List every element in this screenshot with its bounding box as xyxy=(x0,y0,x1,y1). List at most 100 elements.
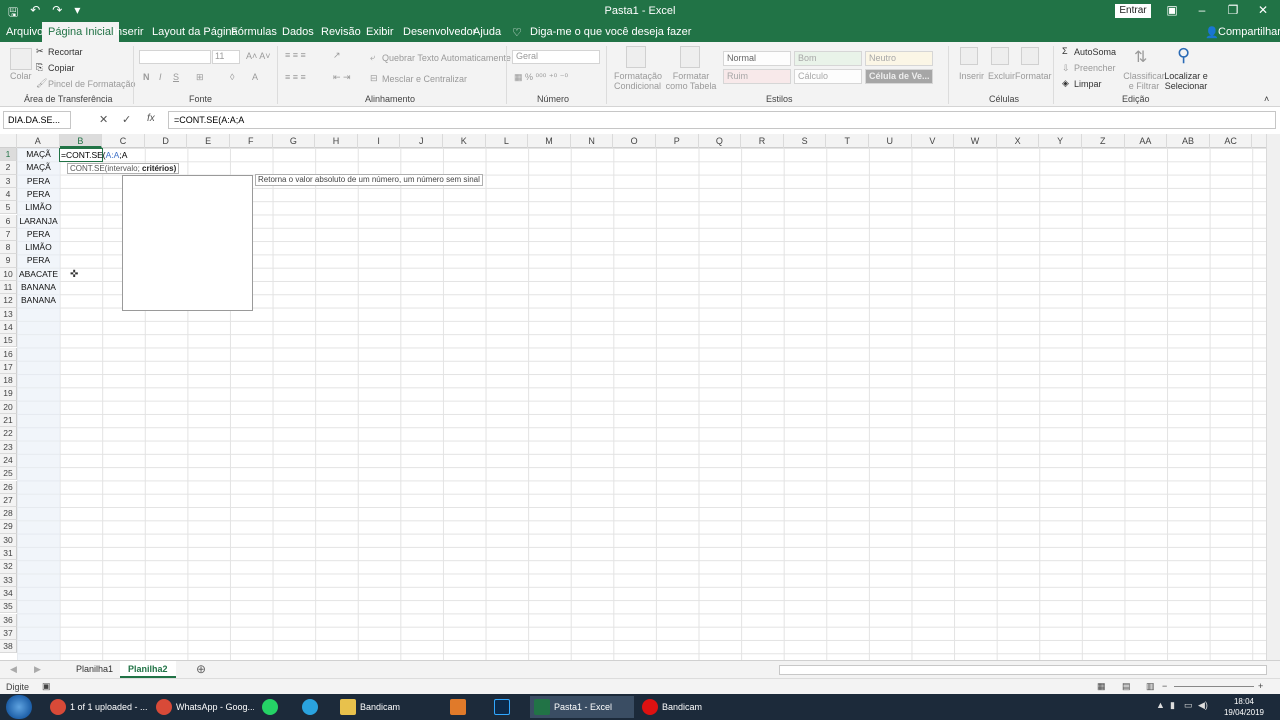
column-header[interactable]: A xyxy=(17,134,60,148)
style-celula-verificacao[interactable]: Célula de Ve... xyxy=(865,69,933,84)
column-header[interactable]: U xyxy=(869,134,912,148)
sheet-tab-planilha1[interactable]: Planilha1 xyxy=(68,661,121,678)
column-header[interactable]: D xyxy=(145,134,188,148)
column-header[interactable]: K xyxy=(443,134,486,148)
taskbar-photoshop[interactable] xyxy=(490,696,522,718)
cell-a1[interactable]: MAÇÃ xyxy=(17,148,60,161)
row-header[interactable]: 13 xyxy=(0,307,17,321)
taskbar-folder-bandicam[interactable]: Bandicam xyxy=(336,696,440,718)
cell-a11[interactable]: BANANA xyxy=(17,281,60,294)
formula-input[interactable]: =CONT.SE(A:A;A xyxy=(168,111,1276,129)
row-header[interactable]: 16 xyxy=(0,347,17,361)
merge-icon[interactable]: ⊟ xyxy=(370,73,378,84)
vertical-scrollbar[interactable] xyxy=(1266,134,1280,660)
cell-a12[interactable]: BANANA xyxy=(17,294,60,307)
page-layout-icon[interactable]: ▤ xyxy=(1122,681,1131,692)
cut-icon[interactable]: ✂ xyxy=(36,46,44,57)
maximize-button[interactable]: ❐ xyxy=(1223,3,1243,17)
tab-dados[interactable]: Dados xyxy=(282,26,314,38)
column-header[interactable]: M xyxy=(528,134,571,148)
column-header[interactable]: G xyxy=(273,134,316,148)
column-header[interactable]: S xyxy=(784,134,827,148)
cell-a5[interactable]: LIMÃO xyxy=(17,201,60,214)
close-button[interactable]: ✕ xyxy=(1253,3,1273,17)
row-header[interactable]: 36 xyxy=(0,613,17,627)
column-header[interactable]: I xyxy=(358,134,401,148)
taskbar-bandicam[interactable]: Bandicam xyxy=(638,696,742,718)
column-header[interactable]: AC xyxy=(1210,134,1253,148)
format-cells-icon[interactable] xyxy=(1021,47,1039,65)
align-top-icon[interactable]: ≡ ≡ ≡ xyxy=(285,50,306,60)
worksheet-grid[interactable]: A B C D E F G H I J K L M N O P Q R S T U V W X Y Z AA AB AC 1234567… xyxy=(0,134,1266,660)
tab-layout[interactable]: Layout da Página xyxy=(152,26,238,38)
row-header[interactable]: 6 xyxy=(0,214,17,228)
row-header[interactable]: 26 xyxy=(0,480,17,494)
fill-button[interactable]: Preencher xyxy=(1074,63,1116,73)
wrap-text-button[interactable]: Quebrar Texto Automaticamente xyxy=(382,53,511,63)
sort-filter-button[interactable]: Classificar e Filtrar xyxy=(1123,71,1165,91)
style-calculo[interactable]: Cálculo xyxy=(794,69,862,84)
paste-icon[interactable] xyxy=(10,48,32,70)
style-ruim[interactable]: Ruim xyxy=(723,69,791,84)
column-header[interactable]: AA xyxy=(1125,134,1168,148)
tab-revisao[interactable]: Revisão xyxy=(321,26,361,38)
wrap-text-icon[interactable]: ⤶ xyxy=(370,52,375,63)
taskbar-media-player[interactable] xyxy=(446,696,478,718)
row-header[interactable]: 4 xyxy=(0,187,17,202)
volume-icon[interactable]: ◀) xyxy=(1198,700,1208,711)
page-break-icon[interactable]: ▥ xyxy=(1146,681,1155,692)
borders-icon[interactable]: ⊞ xyxy=(196,72,204,83)
fill-icon[interactable]: ⇩ xyxy=(1062,63,1070,74)
cut-button[interactable]: Recortar xyxy=(48,47,83,57)
row-header[interactable]: 24 xyxy=(0,453,17,468)
tab-ajuda[interactable]: Ajuda xyxy=(473,26,501,38)
autosum-button[interactable]: AutoSoma xyxy=(1074,47,1116,57)
format-painter-button[interactable]: Pincel de Formatação xyxy=(48,79,136,89)
enter-icon[interactable]: ✓ xyxy=(122,113,131,126)
bold-button[interactable]: N xyxy=(143,72,150,82)
column-header[interactable]: R xyxy=(741,134,784,148)
add-sheet-icon[interactable]: ⊕ xyxy=(196,662,206,676)
row-header[interactable]: 5 xyxy=(0,201,17,215)
grow-font-icon[interactable]: A˄ A˅ xyxy=(246,51,271,61)
cell-a9[interactable]: PERA xyxy=(17,254,60,267)
tab-inserir[interactable]: Inserir xyxy=(113,26,144,38)
row-header[interactable]: 10 xyxy=(0,267,17,281)
row-header[interactable]: 23 xyxy=(0,440,17,454)
row-header[interactable]: 29 xyxy=(0,520,17,534)
row-header[interactable]: 31 xyxy=(0,547,17,561)
row-header[interactable]: 25 xyxy=(0,467,17,481)
conditional-format-button[interactable]: Formatação Condicional xyxy=(614,71,662,91)
insert-function-button[interactable]: fx xyxy=(147,113,155,124)
column-header[interactable]: N xyxy=(571,134,614,148)
taskbar-excel[interactable]: Pasta1 - Excel xyxy=(530,696,634,718)
autocomplete-list[interactable] xyxy=(122,175,253,311)
cell-a3[interactable]: PERA xyxy=(17,175,60,188)
underline-button[interactable]: S xyxy=(173,72,179,82)
network-icon[interactable]: ▮ xyxy=(1170,700,1175,711)
merge-center-button[interactable]: Mesclar e Centralizar xyxy=(382,74,467,84)
active-cell-b1[interactable]: =CONT.SE(A:A;A xyxy=(59,148,127,162)
row-header[interactable]: 33 xyxy=(0,573,17,587)
row-header[interactable]: 22 xyxy=(0,427,17,441)
cell-a4[interactable]: PERA xyxy=(17,188,60,201)
cell-a6[interactable]: LARANJA xyxy=(17,215,60,228)
clear-button[interactable]: Limpar xyxy=(1074,79,1102,89)
paste-button[interactable]: Colar xyxy=(10,71,32,81)
column-header[interactable]: AB xyxy=(1167,134,1210,148)
orientation-icon[interactable]: ↗ xyxy=(333,50,341,61)
delete-cells-icon[interactable] xyxy=(991,47,1009,65)
zoom-out-icon[interactable]: − xyxy=(1162,681,1167,691)
column-header[interactable]: P xyxy=(656,134,699,148)
style-neutro[interactable]: Neutro xyxy=(865,51,933,66)
taskbar-clock[interactable]: 18:04 19/04/2019 xyxy=(1222,696,1266,718)
column-header[interactable]: H xyxy=(315,134,358,148)
zoom-in-icon[interactable]: + xyxy=(1258,681,1263,691)
insert-cells-icon[interactable] xyxy=(960,47,978,65)
ribbon-display-icon[interactable]: ▣ xyxy=(1162,3,1182,17)
tab-pagina-inicial[interactable]: Página Inicial xyxy=(42,22,120,42)
row-header[interactable]: 9 xyxy=(0,254,17,268)
select-all-corner[interactable] xyxy=(0,134,17,148)
row-header[interactable]: 32 xyxy=(0,560,17,574)
copy-button[interactable]: Copiar xyxy=(48,63,75,73)
